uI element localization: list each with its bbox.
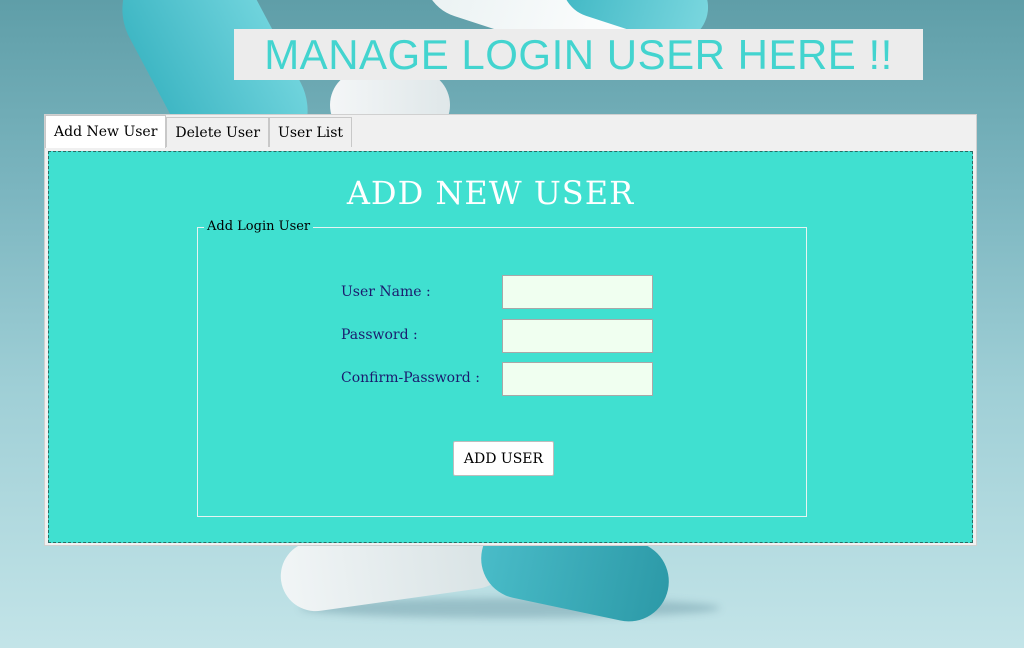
group-label: Add Login User (204, 219, 314, 234)
page-title: MANAGE LOGIN USER HERE !! (234, 29, 923, 80)
add-user-panel: ADD NEW USER Add Login User User Name : … (48, 151, 973, 543)
tab-delete-user[interactable]: Delete User (166, 117, 270, 147)
panel-heading-wrapper: ADD NEW USER (49, 174, 972, 212)
password-input[interactable] (502, 319, 653, 353)
panel-heading: ADD NEW USER (346, 174, 635, 212)
add-login-user-group: Add Login User User Name : Password : Co… (197, 219, 807, 517)
confirm-password-input[interactable] (502, 362, 653, 396)
username-input[interactable] (502, 275, 653, 309)
tab-user-list[interactable]: User List (269, 117, 353, 147)
add-user-button[interactable]: ADD USER (453, 441, 554, 476)
user-management-window: Add New User Delete User User List ADD N… (44, 114, 977, 546)
confirm-password-label: Confirm-Password : (341, 370, 480, 386)
tab-bar: Add New User Delete User User List (45, 115, 353, 149)
username-label: User Name : (341, 284, 431, 300)
password-label: Password : (341, 327, 418, 343)
tab-add-new-user[interactable]: Add New User (45, 115, 167, 148)
